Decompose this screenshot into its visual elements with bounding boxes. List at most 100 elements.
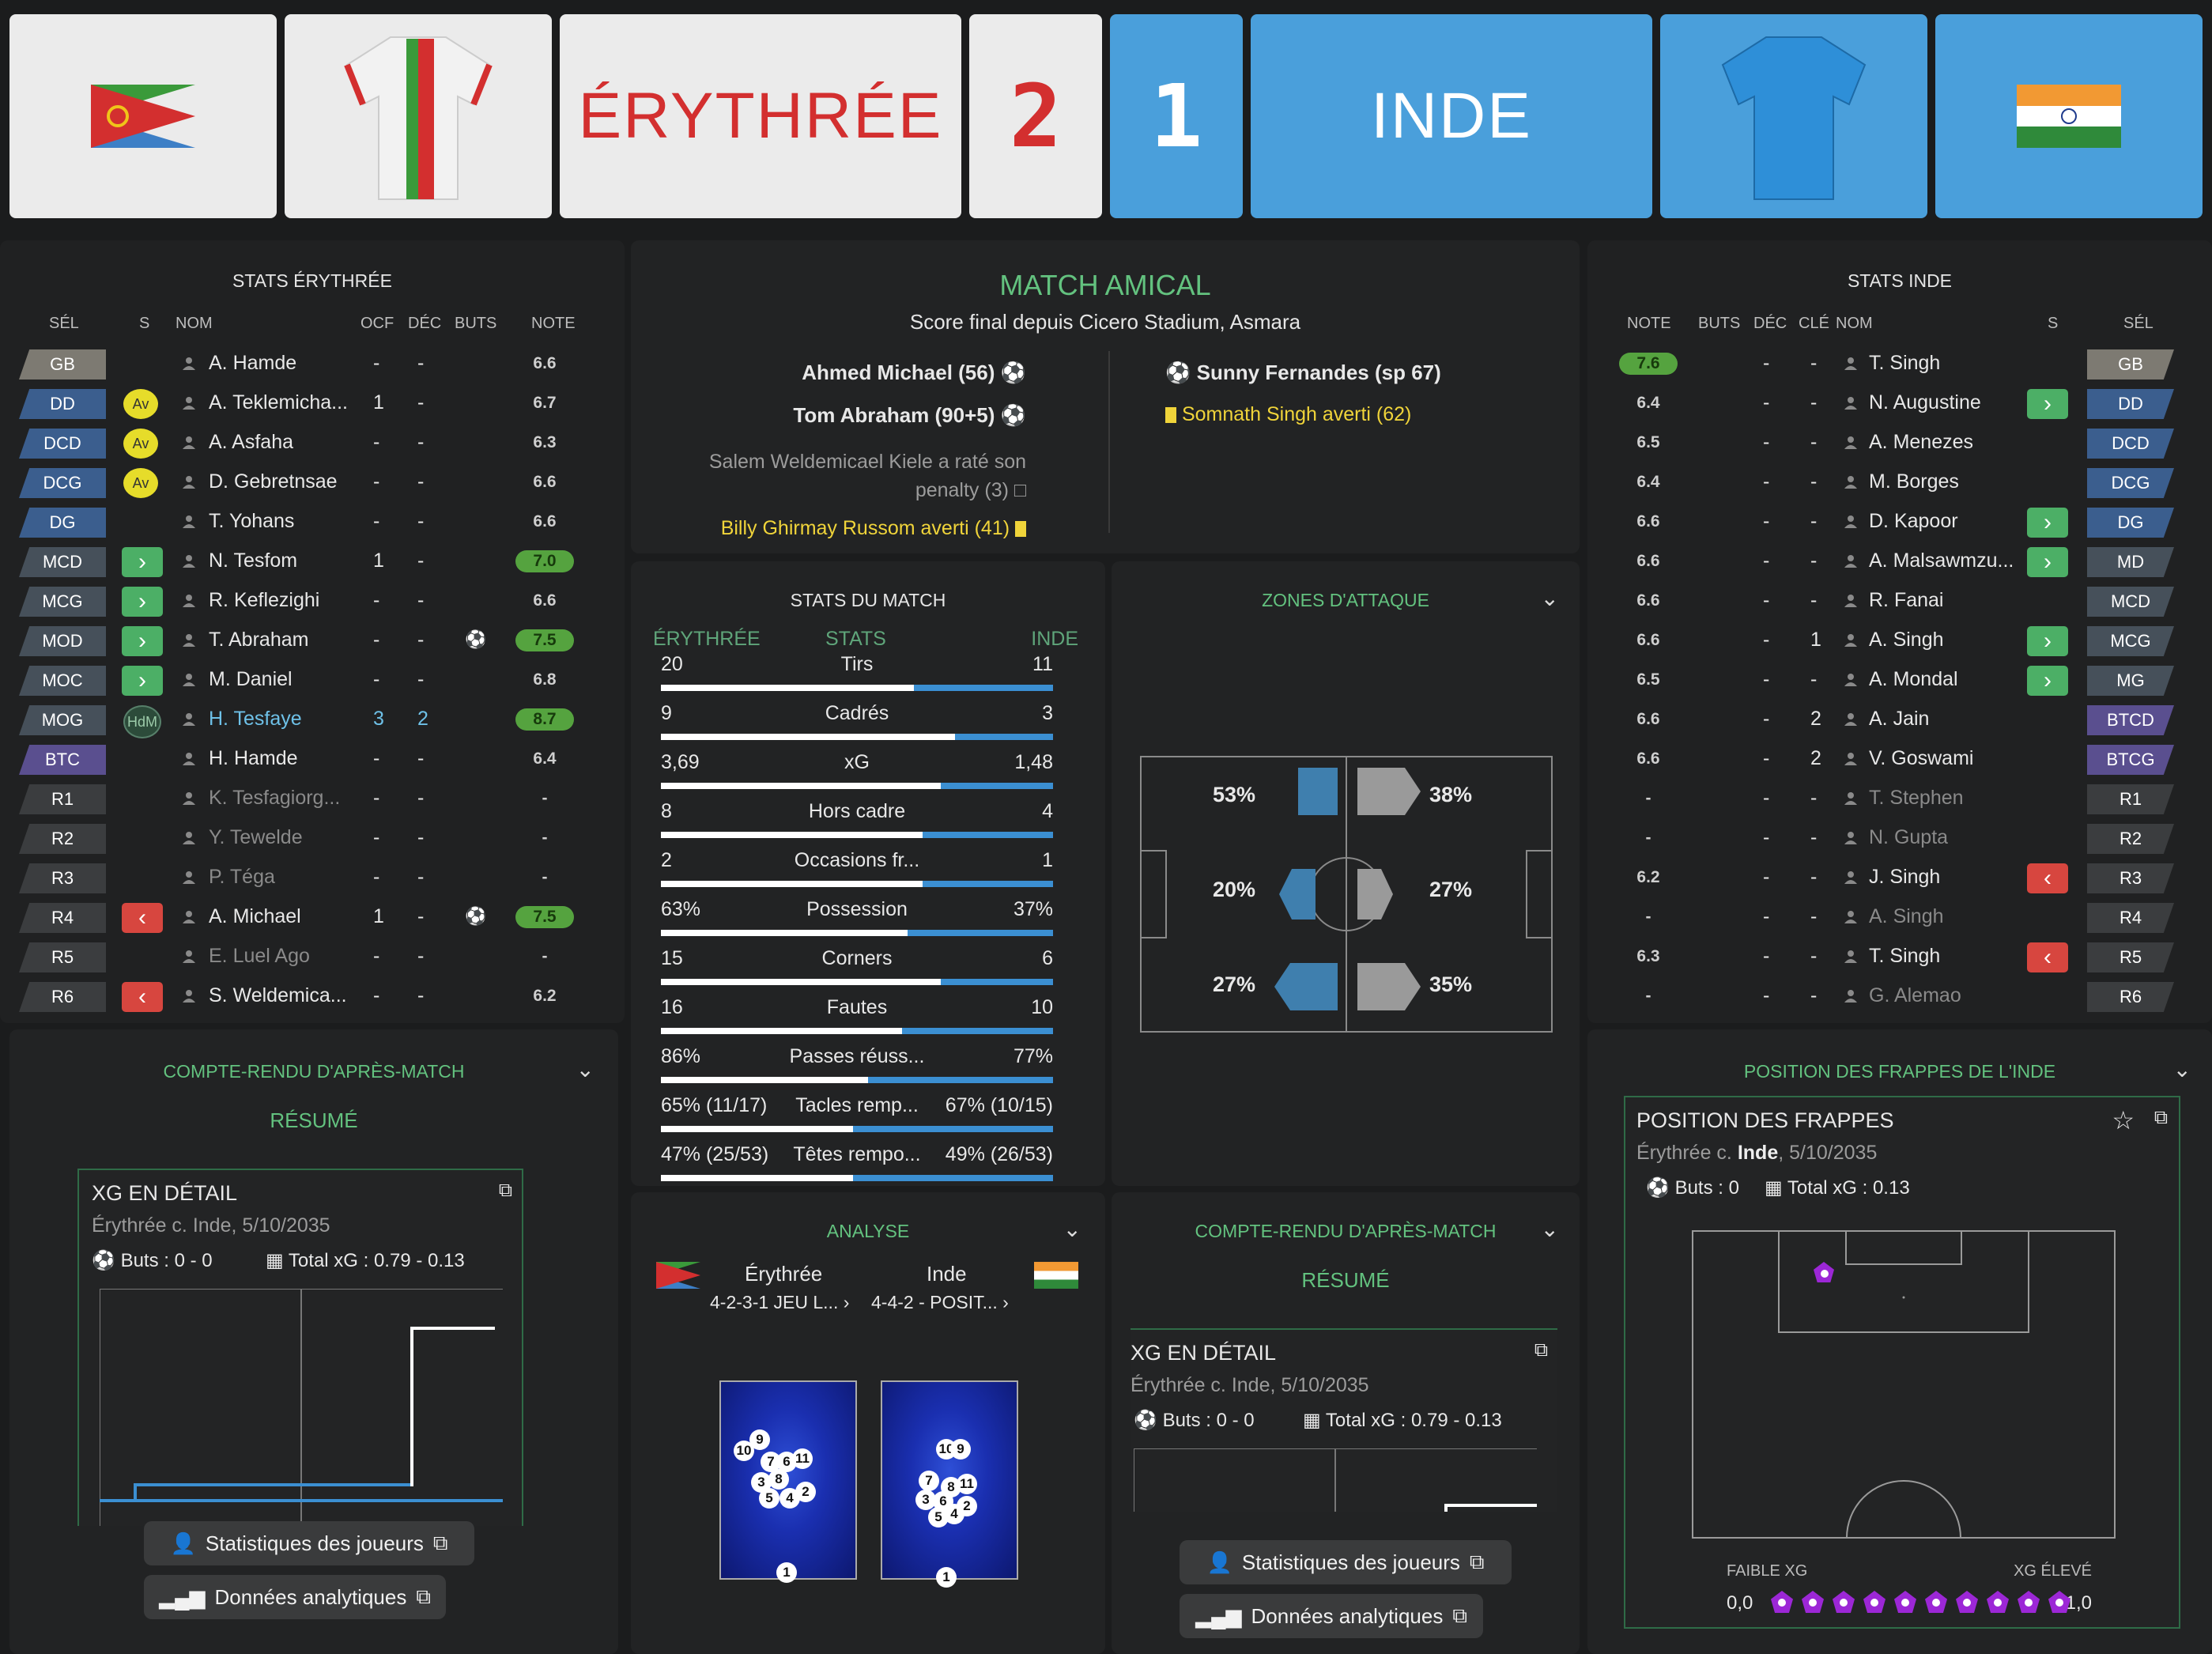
left-analytics-button[interactable]: ▂▄▆ Données analytiques ⧉	[144, 1575, 446, 1619]
position-tag[interactable]: R1	[2087, 784, 2174, 814]
table-row[interactable]: DCD Av A. Asfaha - - 6.3	[0, 422, 625, 462]
player-dot[interactable]: 9	[749, 1429, 770, 1450]
player-dot[interactable]: 9	[950, 1439, 971, 1460]
position-tag[interactable]: BTCG	[2087, 745, 2174, 775]
player-name[interactable]: T. Stephen	[1869, 778, 1964, 818]
table-row[interactable]: 6.4 - - M. Borges DCG	[1587, 462, 2212, 501]
player-name[interactable]: A. Menezes	[1869, 422, 1973, 462]
chevron-down-icon[interactable]: ⌄	[2173, 1056, 2191, 1082]
table-row[interactable]: 6.6 - - A. Malsawmzu... › MD	[1587, 541, 2212, 580]
position-tag[interactable]: DD	[19, 389, 106, 419]
player-name[interactable]: T. Abraham	[209, 620, 308, 659]
expand-icon[interactable]: ⧉	[1534, 1339, 1548, 1361]
table-row[interactable]: 6.6 - 1 A. Singh › MCG	[1587, 620, 2212, 659]
player-name[interactable]: A. Malsawmzu...	[1869, 541, 2014, 580]
table-row[interactable]: R2 Y. Tewelde - - -	[0, 818, 625, 857]
player-dot[interactable]: 1	[776, 1562, 797, 1583]
player-name[interactable]: M. Daniel	[209, 659, 293, 699]
position-tag[interactable]: DG	[2087, 508, 2174, 538]
position-tag[interactable]: DCD	[2087, 429, 2174, 459]
table-row[interactable]: DCG Av D. Gebretnsae - - 6.6	[0, 462, 625, 501]
table-row[interactable]: 6.6 - 2 A. Jain BTCD	[1587, 699, 2212, 738]
expand-icon[interactable]: ⧉	[499, 1180, 512, 1202]
position-tag[interactable]: MCD	[19, 547, 106, 577]
table-row[interactable]: 6.4 - - N. Augustine › DD	[1587, 383, 2212, 422]
position-tag[interactable]: MG	[2087, 666, 2174, 696]
table-row[interactable]: MCD › N. Tesfom 1 - 7.0	[0, 541, 625, 580]
player-name[interactable]: S. Weldemica...	[209, 976, 347, 1015]
table-row[interactable]: - - - A. Singh R4	[1587, 897, 2212, 936]
mid-analytics-button[interactable]: ▂▄▆ Données analytiques ⧉	[1180, 1594, 1483, 1638]
player-name[interactable]: N. Gupta	[1869, 818, 1948, 857]
position-tag[interactable]: MCG	[19, 587, 106, 617]
left-report-tab[interactable]: RÉSUMÉ	[9, 1108, 618, 1133]
player-name[interactable]: D. Kapoor	[1869, 501, 1958, 541]
position-tag[interactable]: MCG	[2087, 626, 2174, 656]
table-row[interactable]: MOG HdM H. Tesfaye 3 2 8.7	[0, 699, 625, 738]
position-tag[interactable]: MOC	[19, 666, 106, 696]
position-tag[interactable]: MD	[2087, 547, 2174, 577]
position-tag[interactable]: R5	[19, 942, 106, 972]
position-tag[interactable]: R4	[19, 903, 106, 933]
table-row[interactable]: 6.6 - 2 V. Goswami BTCG	[1587, 738, 2212, 778]
table-row[interactable]: 7.6 - - T. Singh GB	[1587, 343, 2212, 383]
position-tag[interactable]: DCG	[19, 468, 106, 498]
player-name[interactable]: H. Tesfaye	[209, 699, 302, 738]
chevron-down-icon[interactable]: ⌄	[576, 1056, 595, 1082]
star-icon[interactable]: ☆	[2112, 1105, 2135, 1135]
position-tag[interactable]: R3	[2087, 863, 2174, 893]
position-tag[interactable]: R4	[2087, 903, 2174, 933]
table-row[interactable]: MOD › T. Abraham - - ⚽ 7.5	[0, 620, 625, 659]
position-tag[interactable]: BTCD	[2087, 705, 2174, 735]
chevron-down-icon[interactable]: ⌄	[1541, 585, 1559, 611]
position-tag[interactable]: R2	[2087, 824, 2174, 854]
position-tag[interactable]: DCD	[19, 429, 106, 459]
player-name[interactable]: R. Keflezighi	[209, 580, 319, 620]
position-tag[interactable]: DCG	[2087, 468, 2174, 498]
player-dot[interactable]: 2	[795, 1482, 816, 1502]
position-tag[interactable]: R6	[19, 982, 106, 1012]
player-name[interactable]: N. Tesfom	[209, 541, 297, 580]
player-name[interactable]: H. Hamde	[209, 738, 298, 778]
player-name[interactable]: E. Luel Ago	[209, 936, 310, 976]
table-row[interactable]: 6.5 - - A. Mondal › MG	[1587, 659, 2212, 699]
position-tag[interactable]: GB	[2087, 349, 2174, 380]
analysis-home-formation[interactable]: 4-2-3-1 JEU L... ›	[710, 1292, 849, 1313]
position-tag[interactable]: MCD	[2087, 587, 2174, 617]
position-tag[interactable]: R2	[19, 824, 106, 854]
player-name[interactable]: A. Hamde	[209, 343, 296, 383]
left-player-stats-button[interactable]: 👤 Statistiques des joueurs ⧉	[144, 1521, 474, 1565]
table-row[interactable]: MOC › M. Daniel - - 6.8	[0, 659, 625, 699]
table-row[interactable]: - - - T. Stephen R1	[1587, 778, 2212, 818]
player-name[interactable]: V. Goswami	[1869, 738, 1973, 778]
position-tag[interactable]: R5	[2087, 942, 2174, 972]
position-tag[interactable]: BTC	[19, 745, 106, 775]
player-dot[interactable]: 2	[957, 1496, 977, 1516]
table-row[interactable]: R5 E. Luel Ago - - -	[0, 936, 625, 976]
player-name[interactable]: T. Yohans	[209, 501, 294, 541]
position-tag[interactable]: MOD	[19, 626, 106, 656]
position-tag[interactable]: DD	[2087, 389, 2174, 419]
table-row[interactable]: DD Av A. Teklemicha... 1 - 6.7	[0, 383, 625, 422]
player-name[interactable]: P. Téga	[209, 857, 275, 897]
table-row[interactable]: R6 ‹ S. Weldemica... - - 6.2	[0, 976, 625, 1015]
table-row[interactable]: 6.6 - - R. Fanai MCD	[1587, 580, 2212, 620]
player-name[interactable]: Y. Tewelde	[209, 818, 303, 857]
position-tag[interactable]: DG	[19, 508, 106, 538]
player-dot[interactable]: 11	[792, 1448, 813, 1469]
player-name[interactable]: M. Borges	[1869, 462, 1959, 501]
player-dot[interactable]: 7	[919, 1471, 939, 1491]
mid-report-tab[interactable]: RÉSUMÉ	[1112, 1268, 1580, 1293]
player-name[interactable]: R. Fanai	[1869, 580, 1943, 620]
player-dot[interactable]: 1	[936, 1567, 957, 1588]
position-tag[interactable]: R1	[19, 784, 106, 814]
analysis-away-formation[interactable]: 4-4-2 - POSIT... ›	[871, 1292, 1009, 1313]
mid-player-stats-button[interactable]: 👤 Statistiques des joueurs ⧉	[1180, 1540, 1512, 1584]
table-row[interactable]: R4 ‹ A. Michael 1 - ⚽ 7.5	[0, 897, 625, 936]
player-name[interactable]: K. Tesfagiorg...	[209, 778, 340, 818]
chevron-down-icon[interactable]: ⌄	[1541, 1216, 1559, 1242]
table-row[interactable]: 6.6 - - D. Kapoor › DG	[1587, 501, 2212, 541]
table-row[interactable]: R3 P. Téga - - -	[0, 857, 625, 897]
player-name[interactable]: A. Mondal	[1869, 659, 1958, 699]
table-row[interactable]: - - - G. Alemao R6	[1587, 976, 2212, 1015]
